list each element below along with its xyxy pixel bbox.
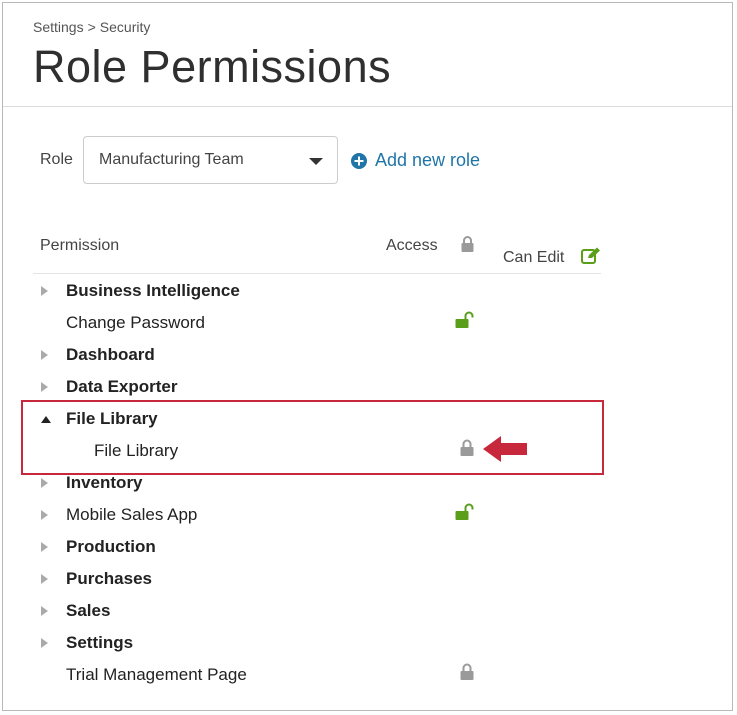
permission-row[interactable]: Settings (3, 629, 603, 659)
breadcrumb-separator: > (87, 19, 96, 35)
page-frame: Settings > Security Role Permissions Role … (2, 2, 733, 711)
unlock-icon[interactable] (455, 311, 475, 333)
permission-row[interactable]: Sales (3, 597, 603, 627)
column-header-permission: Permission (40, 237, 120, 254)
permission-row[interactable]: Mobile Sales App (3, 501, 603, 531)
expand-triangle-icon[interactable] (41, 382, 48, 392)
lock-icon (461, 236, 474, 257)
permission-label: Settings (66, 633, 134, 652)
column-header-can-edit: Can Edit (503, 249, 565, 266)
role-select-value: Manufacturing Team (99, 151, 244, 168)
lock-icon[interactable] (460, 663, 474, 685)
expand-triangle-icon[interactable] (41, 478, 48, 488)
permission-row: Change Password (3, 309, 603, 339)
page-title: Role Permissions (33, 41, 392, 92)
role-label: Role (40, 151, 73, 168)
breadcrumb-settings[interactable]: Settings (33, 19, 84, 35)
expand-triangle-icon[interactable] (41, 574, 48, 584)
permission-label: Mobile Sales App (66, 505, 198, 524)
arrow-left-icon (483, 436, 529, 467)
role-select[interactable]: Manufacturing Team (83, 136, 338, 184)
permission-row[interactable]: Production (3, 533, 603, 563)
permission-row[interactable]: Business Intelligence (3, 277, 603, 307)
permission-label: Trial Management Page (66, 665, 247, 684)
permission-label: Dashboard (66, 345, 155, 364)
add-new-role-link[interactable]: Add new role (351, 150, 480, 171)
permission-row[interactable]: Data Exporter (3, 373, 603, 403)
edit-icon (581, 247, 601, 270)
permission-label: Business Intelligence (66, 281, 240, 300)
permission-label: Data Exporter (66, 377, 178, 396)
table-header-divider (33, 273, 601, 274)
expand-triangle-icon[interactable] (41, 510, 48, 520)
expand-triangle-icon[interactable] (41, 350, 48, 360)
breadcrumb-security: Security (99, 19, 151, 35)
permission-row: Trial Management Page (3, 661, 603, 691)
breadcrumb: Settings > Security (33, 19, 150, 35)
permission-label: Inventory (66, 473, 143, 492)
add-new-role-label: Add new role (375, 150, 481, 170)
plus-circle-icon (351, 152, 367, 169)
permission-row[interactable]: Dashboard (3, 341, 603, 371)
expand-triangle-icon[interactable] (41, 542, 48, 552)
header-divider (3, 106, 732, 107)
permission-label: Change Password (66, 313, 205, 332)
caret-down-icon (309, 158, 323, 165)
expand-triangle-icon[interactable] (41, 606, 48, 616)
permission-label: Sales (66, 601, 111, 620)
column-header-access: Access (386, 237, 438, 254)
unlock-icon[interactable] (455, 503, 475, 525)
expand-triangle-icon[interactable] (41, 638, 48, 648)
permission-label: Production (66, 537, 156, 556)
expand-triangle-icon[interactable] (41, 286, 48, 296)
permission-row[interactable]: Purchases (3, 565, 603, 595)
permission-label: Purchases (66, 569, 152, 588)
